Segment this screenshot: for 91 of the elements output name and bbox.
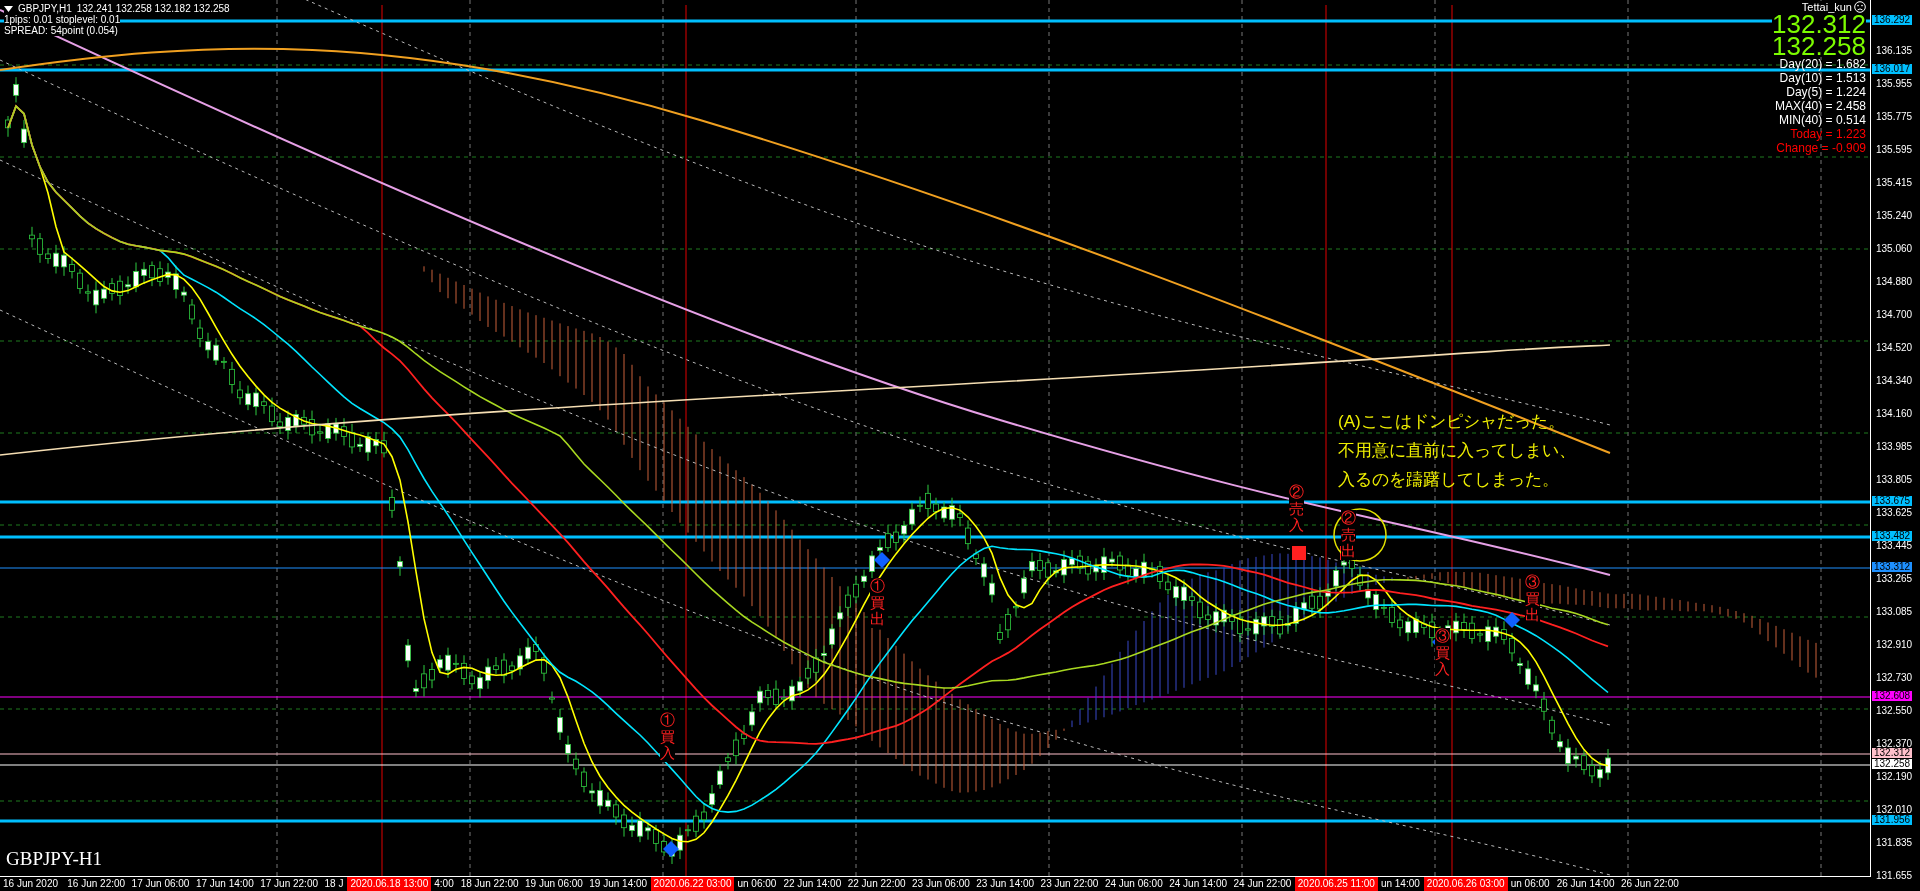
price-tick: 133.625 <box>1876 508 1913 517</box>
price-tick: 134.520 <box>1876 343 1913 352</box>
time-label: un 06:00 <box>736 877 778 891</box>
stat-text: Day(10) = 1.513 <box>1779 71 1866 85</box>
time-label: 23 Jun 22:00 <box>1039 877 1100 891</box>
price-tick: 132.730 <box>1876 673 1913 682</box>
stat-text: Day(20) = 1.682 <box>1779 57 1866 71</box>
time-label: 23 Jun 06:00 <box>911 877 971 891</box>
price-tag: 131.956 <box>1872 815 1913 825</box>
price-tick: 132.370 <box>1876 739 1913 748</box>
time-label: 26 Jun 22:00 <box>1619 877 1680 891</box>
stat-text: MIN(40) = 0.514 <box>1778 113 1866 127</box>
time-label: un 14:00 <box>1379 877 1421 891</box>
price-tag: 133.675 <box>1872 496 1913 506</box>
price-tick: 132.910 <box>1876 640 1913 649</box>
price-tick: 134.340 <box>1876 376 1913 385</box>
time-label: 22 Jun 22:00 <box>846 877 907 891</box>
chart-label: GBPJPY-H1 <box>6 848 103 870</box>
big-price: 132.258 <box>1772 35 1866 57</box>
trade-label: ①買出 <box>870 578 885 628</box>
info-text: SPREAD: 54point (0.054) <box>4 25 118 36</box>
price-tag: 133.312 <box>1872 562 1913 572</box>
time-label: 19 Jun 06:00 <box>524 877 584 891</box>
price-tick: 131.655 <box>1876 871 1913 880</box>
price-tick: 135.595 <box>1876 145 1913 154</box>
time-marker: 2020.06.26 03:00 <box>1423 877 1508 891</box>
time-label: 26 Jun 14:00 <box>1555 877 1616 891</box>
price-tick: 133.085 <box>1876 607 1913 616</box>
price-tag: 132.258 <box>1872 759 1913 769</box>
diamond-marker <box>874 552 890 568</box>
price-tick: 134.880 <box>1876 277 1913 286</box>
trade-label: ①買入 <box>660 712 675 762</box>
symbol-label: GBPJPY,H1 <box>18 3 72 14</box>
time-label: 4:00 <box>433 877 455 891</box>
price-tick: 136.135 <box>1876 46 1913 55</box>
time-label: 16 Jun 22:00 <box>66 877 127 891</box>
time-label: 24 Jun 22:00 <box>1232 877 1293 891</box>
quote-values: 132.241 132.258 132.182 132.258 <box>76 3 230 14</box>
time-label: 19 Jun 14:00 <box>588 877 649 891</box>
price-tag: 136.292 <box>1872 15 1913 25</box>
time-label: 24 Jun 06:00 <box>1103 877 1164 891</box>
time-marker: 2020.06.18 13:00 <box>347 877 432 891</box>
price-tick: 132.010 <box>1876 805 1913 814</box>
time-label: un 06:00 <box>1509 877 1551 891</box>
note-text: 入るのを躊躇してしまった。 <box>1338 469 1560 491</box>
stat-text: Change = -0.909 <box>1776 141 1866 155</box>
time-marker: 2020.06.25 11:00 <box>1294 877 1378 891</box>
price-tick: 133.445 <box>1876 541 1913 550</box>
price-tick: 135.060 <box>1876 244 1913 253</box>
time-label: 17 Jun 06:00 <box>130 877 191 891</box>
user-name: Tettai_kun <box>1801 1 1852 13</box>
price-tick: 133.805 <box>1876 475 1913 484</box>
caret-icon[interactable] <box>4 5 13 12</box>
price-tick: 131.835 <box>1876 838 1913 847</box>
frown-face-icon <box>1854 1 1866 13</box>
trade-label: ③買入 <box>1435 628 1450 678</box>
big-price: 132.312 <box>1772 13 1866 35</box>
square-marker <box>1292 546 1306 560</box>
time-label: 17 Jun 14:00 <box>194 877 255 891</box>
price-tick: 135.415 <box>1876 178 1913 187</box>
note-text: 不用意に直前に入ってしまい、 <box>1338 440 1576 462</box>
price-tick: 133.985 <box>1876 442 1913 451</box>
price-tag: 136.017 <box>1872 64 1913 74</box>
price-tick: 132.550 <box>1876 706 1913 715</box>
trade-label: ③買出 <box>1525 574 1540 624</box>
time-label: 18 Jun 22:00 <box>459 877 520 891</box>
price-tag: 133.482 <box>1872 531 1913 541</box>
price-tick: 133.265 <box>1876 574 1913 583</box>
time-label: 23 Jun 14:00 <box>975 877 1036 891</box>
price-tick: 135.955 <box>1876 79 1913 88</box>
stat-text: MAX(40) = 2.458 <box>1774 99 1866 113</box>
info-text: 1pips: 0.01 stoplevel: 0.01 <box>4 14 121 25</box>
time-label: 17 Jun 22:00 <box>259 877 319 891</box>
price-tick: 135.775 <box>1876 112 1913 121</box>
price-tag: 132.608 <box>1872 691 1913 701</box>
trade-label: ②売入 <box>1289 484 1304 534</box>
time-label: 18 J <box>323 877 345 891</box>
stat-text: Today = 1.223 <box>1790 127 1866 141</box>
price-tag: 132.312 <box>1872 748 1913 758</box>
price-tick: 132.190 <box>1876 772 1913 781</box>
price-tick: 134.160 <box>1876 409 1913 418</box>
time-label: 24 Jun 14:00 <box>1168 877 1228 891</box>
time-label: 16 Jun 2020 <box>2 877 60 891</box>
diamond-marker <box>663 841 679 857</box>
price-tick: 134.700 <box>1876 310 1913 319</box>
diamond-marker <box>1504 612 1520 628</box>
trade-label: ②売出 <box>1341 510 1356 560</box>
stat-text: Day(5) = 1.224 <box>1786 85 1866 99</box>
price-tick: 135.240 <box>1876 211 1913 220</box>
time-marker: 2020.06.22 03:00 <box>650 877 735 891</box>
time-label: 22 Jun 14:00 <box>782 877 843 891</box>
